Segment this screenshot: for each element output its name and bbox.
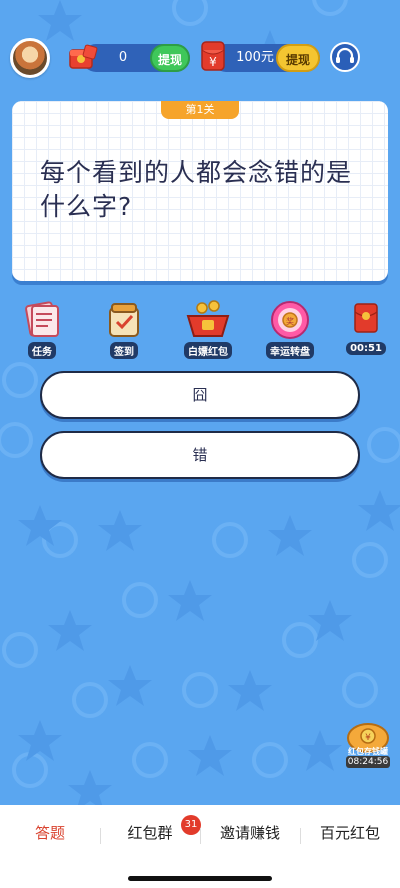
headset-icon — [336, 47, 354, 63]
svg-text:奖: 奖 — [286, 316, 294, 326]
level-label: 第1关 — [161, 101, 239, 119]
free-redpacket-icon — [186, 300, 230, 337]
answer-option-1[interactable]: 囧 — [40, 371, 360, 419]
feature-free-redpacket[interactable]: 白嫖红包 — [180, 300, 236, 359]
cash-value: 100元 — [236, 50, 274, 65]
timer-redpacket-time: 00:51 — [346, 342, 386, 355]
withdraw-button-cash[interactable]: 提现 — [276, 44, 320, 72]
feature-checkin[interactable]: 签到 — [96, 300, 152, 359]
timer-redpacket[interactable]: 00:51 — [340, 300, 392, 355]
nav-tab-invite-earn[interactable]: 邀请赚钱 — [200, 822, 300, 843]
feature-task[interactable]: 任务 — [14, 300, 70, 359]
feature-free-redpacket-label: 白嫖红包 — [184, 342, 232, 359]
question-text: 每个看到的人都会念错的是什么字? — [40, 158, 353, 221]
feature-lucky-wheel-label: 幸运转盘 — [266, 342, 314, 359]
customer-service-button[interactable] — [330, 42, 360, 72]
checkin-icon — [109, 303, 139, 337]
svg-text:¥: ¥ — [209, 55, 217, 69]
withdraw-button-coins[interactable]: 提现 — [150, 44, 190, 72]
feature-task-label: 任务 — [28, 342, 56, 359]
red-envelope-coin-icon — [68, 44, 98, 70]
lucky-wheel-icon: 奖 — [271, 301, 309, 339]
savings-timer: 08:24:56 — [346, 756, 390, 768]
nav-tab-answer[interactable]: 答题 — [0, 822, 100, 843]
rmb-redpacket-icon: ¥ — [200, 40, 226, 72]
task-icon — [25, 301, 59, 337]
svg-text:¥: ¥ — [365, 733, 371, 743]
answer-option-2[interactable]: 错 — [40, 431, 360, 479]
feature-checkin-label: 签到 — [110, 342, 138, 359]
nav-tab-hundred-redpacket[interactable]: 百元红包 — [300, 822, 400, 843]
coins-value: 0 — [118, 50, 128, 65]
feature-lucky-wheel[interactable]: 奖 幸运转盘 — [262, 300, 318, 359]
user-avatar[interactable] — [10, 38, 50, 78]
notification-badge: 31 — [181, 815, 201, 835]
red-envelope-icon — [354, 303, 378, 333]
home-indicator — [128, 876, 272, 881]
